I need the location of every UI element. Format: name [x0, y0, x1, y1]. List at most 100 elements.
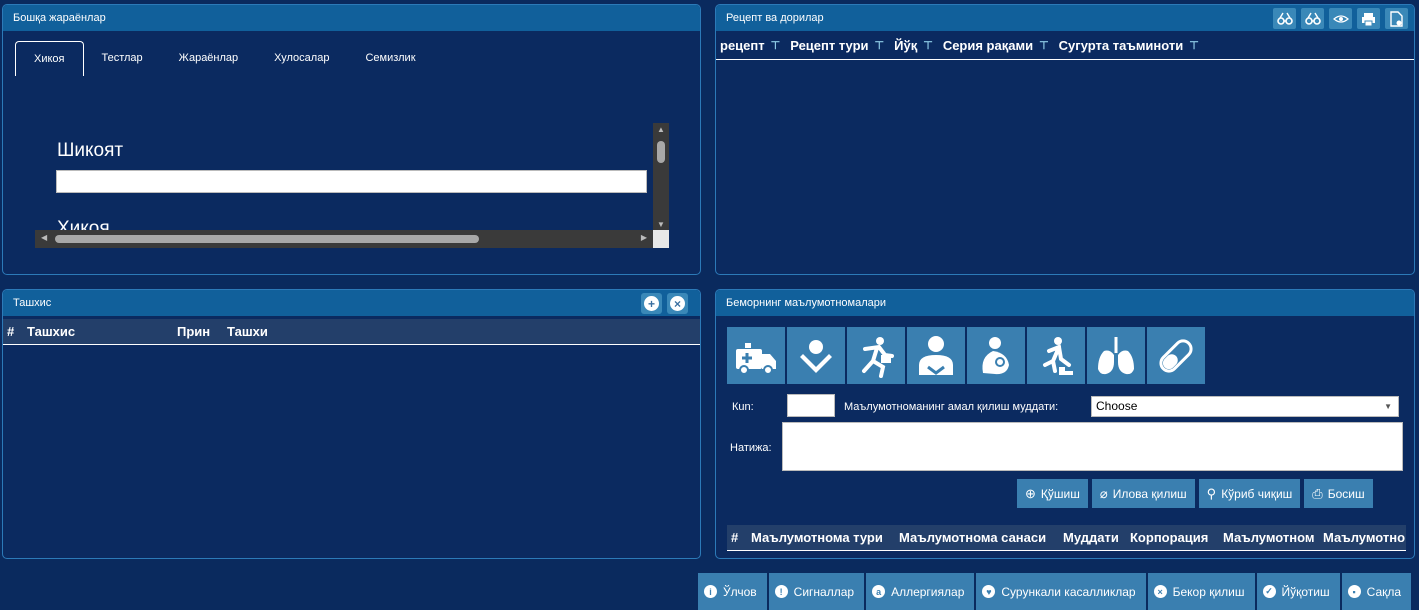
pill-icon[interactable] — [1147, 327, 1205, 384]
print-icon: ⎙ — [1312, 485, 1323, 501]
column-header[interactable]: Муддати — [1059, 530, 1126, 545]
close-icon: × — [1153, 585, 1167, 598]
info-icon: i — [704, 585, 717, 598]
delete-button[interactable]: ✓ Йўқотиш — [1256, 573, 1340, 610]
preview-button[interactable]: ⚲ Кўриб чиқиш — [1198, 479, 1301, 508]
panel-title: Бошқа жараёнлар — [13, 12, 106, 24]
baby-icon[interactable] — [967, 327, 1025, 384]
running-person-icon[interactable] — [847, 327, 905, 384]
close-icon: × — [670, 296, 685, 311]
measurements-button[interactable]: i Ўлчов — [698, 573, 767, 610]
glasses-remove-icon[interactable] — [1301, 8, 1324, 29]
filter-icon[interactable]: ⊤ — [875, 39, 885, 52]
vertical-scrollbar[interactable]: ▲ ▼ — [653, 123, 669, 230]
column-header[interactable]: Серия рақами ⊤ — [939, 38, 1055, 53]
paperclip-icon: ⌀ — [1099, 485, 1108, 501]
scroll-thumb[interactable] — [55, 235, 479, 243]
scroll-corner — [653, 230, 669, 248]
column-header[interactable]: рецепт ⊤ — [716, 38, 786, 53]
tab-procedures[interactable]: Жараёнлар — [161, 41, 256, 76]
allergy-icon: a — [872, 585, 886, 598]
panel-title: Беморнинг маълумотномалари — [726, 297, 886, 309]
plus-icon: + — [644, 296, 659, 311]
column-header[interactable]: Маълумотнома тури — [747, 530, 895, 545]
bottom-toolbar: i Ўлчов ! Сигналлар a Аллергиялар ♥ Сурункал… — [698, 573, 1412, 610]
lungs-icon[interactable] — [1087, 327, 1145, 384]
panel-title: Рецепт ва дорилар — [726, 12, 824, 24]
plus-circle-icon: ⊕ — [1025, 485, 1036, 501]
ambulance-icon[interactable] — [727, 327, 785, 384]
glasses-add-icon[interactable] — [1273, 8, 1296, 29]
chronic-diseases-button[interactable]: ♥ Сурункали касалликлар — [976, 573, 1146, 610]
validity-label: Маълумотноманинг амал қилиш муддати: — [844, 401, 1059, 413]
add-diagnosis-button[interactable]: + — [641, 293, 662, 314]
doctor-icon[interactable] — [907, 327, 965, 384]
result-textarea[interactable] — [782, 422, 1403, 471]
tab-history[interactable]: Хикоя — [15, 41, 84, 76]
panel-header: Беморнинг маълумотномалари — [716, 290, 1414, 316]
mother-icon[interactable] — [787, 327, 845, 384]
chevron-down-icon: ▼ — [1384, 402, 1392, 411]
diagnosis-grid-header: # Ташхис Прин Ташхи — [3, 319, 700, 345]
panel-header: Бошқа жараёнлар — [3, 5, 700, 31]
search-icon: ⚲ — [1206, 485, 1217, 501]
scroll-left-icon[interactable]: ◀ — [41, 233, 47, 242]
column-header[interactable]: # — [3, 324, 23, 339]
validity-select[interactable]: Choose ▼ — [1091, 396, 1399, 417]
remove-diagnosis-button[interactable]: × — [667, 293, 688, 314]
column-header[interactable]: Сугурта таъминоти ⊤ — [1055, 38, 1205, 53]
signals-button[interactable]: ! Сигналлар — [768, 573, 865, 610]
column-header[interactable]: Маълумотнома санаси — [895, 530, 1059, 545]
print-icon[interactable] — [1357, 8, 1380, 29]
diagnosis-panel: Ташхис + × # Ташхис Прин Ташхи — [2, 289, 701, 559]
column-header[interactable]: Рецепт тури ⊤ — [786, 38, 890, 53]
reference-type-icons — [727, 327, 1205, 384]
validity-selected-value: Choose — [1096, 399, 1138, 413]
tab-bar: Хикоя Тестлар Жараёнлар Хулосалар Семизл… — [15, 41, 434, 76]
column-header[interactable]: Корпорация — [1126, 530, 1219, 545]
column-header[interactable]: Ташхи — [223, 324, 271, 339]
reference-actions: ⊕ Қўшиш ⌀ Илова қилиш ⚲ Кўриб чиқиш ⎙ Босиш — [1017, 479, 1373, 508]
patient-references-panel: Беморнинг маълумотномалари Кun: Маълумот… — [715, 289, 1415, 559]
complaint-input[interactable] — [56, 170, 647, 193]
document-icon[interactable] — [1385, 8, 1408, 29]
attach-button[interactable]: ⌀ Илова қилиш — [1091, 479, 1195, 508]
save-button[interactable]: ▪ Сақла — [1341, 573, 1412, 610]
filter-icon[interactable]: ⊤ — [1189, 39, 1199, 52]
panel-title: Ташхис — [13, 297, 52, 309]
panel-header: Ташхис + × — [3, 290, 700, 316]
tab-conclusions[interactable]: Хулосалар — [256, 41, 347, 76]
column-header[interactable]: Прин — [173, 324, 223, 339]
other-procedures-panel: Бошқа жараёнлар Хикоя Тестлар Жараёнлар … — [2, 4, 701, 275]
day-input[interactable] — [787, 394, 835, 417]
allergies-button[interactable]: a Аллергиялар — [866, 573, 975, 610]
falling-person-icon[interactable] — [1027, 327, 1085, 384]
save-icon: ▪ — [1347, 585, 1361, 598]
scroll-thumb[interactable] — [657, 141, 665, 163]
column-header[interactable]: # — [727, 530, 747, 545]
glasses-icon[interactable] — [1329, 8, 1352, 29]
column-header[interactable]: Йўқ ⊤ — [890, 38, 939, 53]
scroll-right-icon[interactable]: ▶ — [641, 233, 647, 242]
filter-icon[interactable]: ⊤ — [771, 39, 781, 52]
prescriptions-grid-header: рецепт ⊤ Рецепт тури ⊤ Йўқ ⊤ Серия рақами ⊤ … — [716, 31, 1414, 60]
references-grid-header: # Маълумотнома тури Маълумотнома санаси … — [727, 525, 1406, 551]
column-header[interactable]: Ташхис — [23, 324, 173, 339]
horizontal-scrollbar[interactable]: ◀ ▶ — [35, 230, 653, 248]
tab-tests[interactable]: Тестлар — [84, 41, 161, 76]
filter-icon[interactable]: ⊤ — [923, 39, 933, 52]
column-header[interactable]: Маълумотно — [1319, 530, 1406, 545]
result-label: Натижа: — [730, 442, 772, 454]
tab-content: Шикоят Хикоя ▲ ▼ ◀ ▶ — [35, 123, 671, 248]
signal-icon: ! — [774, 585, 788, 598]
panel-header: Рецепт ва дорилар — [716, 5, 1414, 31]
column-header[interactable]: Маълумотном — [1219, 530, 1319, 545]
cancel-button[interactable]: × Бекор қилиш — [1147, 573, 1255, 610]
tab-obesity[interactable]: Семизлик — [347, 41, 433, 76]
print-button[interactable]: ⎙ Босиш — [1304, 479, 1373, 508]
scroll-down-icon[interactable]: ▼ — [653, 220, 669, 229]
add-button[interactable]: ⊕ Қўшиш — [1017, 479, 1088, 508]
filter-icon[interactable]: ⊤ — [1039, 39, 1049, 52]
lungs-icon: ♥ — [982, 585, 996, 598]
scroll-up-icon[interactable]: ▲ — [653, 125, 669, 134]
